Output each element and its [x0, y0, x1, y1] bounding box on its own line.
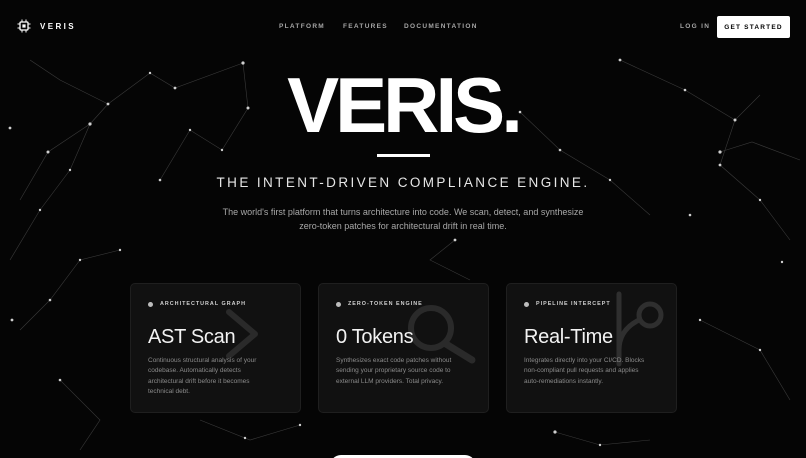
card-title: AST Scan — [148, 326, 236, 348]
get-started-button[interactable]: GET STARTED — [717, 16, 790, 38]
card-eyebrow: ARCHITECTURAL GRAPH — [148, 301, 246, 307]
card-eyebrow: PIPELINE INTERCEPT — [524, 301, 611, 307]
nav-link-documentation[interactable]: DOCUMENTATION — [404, 23, 478, 30]
hero-title: VERIS. — [287, 61, 523, 149]
top-nav: VERIS PLATFORM FEATURES DOCUMENTATION LO… — [0, 0, 806, 54]
card-label: PIPELINE INTERCEPT — [536, 301, 611, 307]
card-label: ARCHITECTURAL GRAPH — [160, 301, 246, 307]
feature-card-real-time: PIPELINE INTERCEPT Real-Time Integrates … — [506, 283, 677, 413]
card-body: Synthesizes exact code patches without s… — [336, 357, 452, 385]
status-dot — [336, 301, 341, 307]
hero-description: The world's first platform that turns ar… — [222, 207, 584, 231]
card-title: 0 Tokens — [336, 326, 414, 348]
feature-card-zero-tokens: ZERO-TOKEN ENGINE 0 Tokens Synthesizes e… — [318, 283, 489, 413]
status-dot — [148, 301, 153, 307]
hero-subtitle: THE INTENT-DRIVEN COMPLIANCE ENGINE. — [216, 175, 590, 190]
card-label: ZERO-TOKEN ENGINE — [348, 301, 423, 307]
card-body: Integrates directly into your CI/CD. Blo… — [524, 357, 645, 385]
status-dot — [524, 301, 529, 307]
card-body: Continuous structural analysis of your c… — [148, 357, 257, 396]
hero-divider — [377, 154, 430, 157]
login-link[interactable]: LOG IN — [680, 23, 710, 30]
card-title: Real-Time — [524, 326, 613, 348]
nav-link-platform[interactable]: PLATFORM — [279, 23, 325, 30]
card-eyebrow: ZERO-TOKEN ENGINE — [336, 301, 423, 307]
nav-link-features[interactable]: FEATURES — [343, 23, 388, 30]
feature-card-ast-scan: ARCHITECTURAL GRAPH AST Scan Continuous … — [130, 283, 301, 413]
